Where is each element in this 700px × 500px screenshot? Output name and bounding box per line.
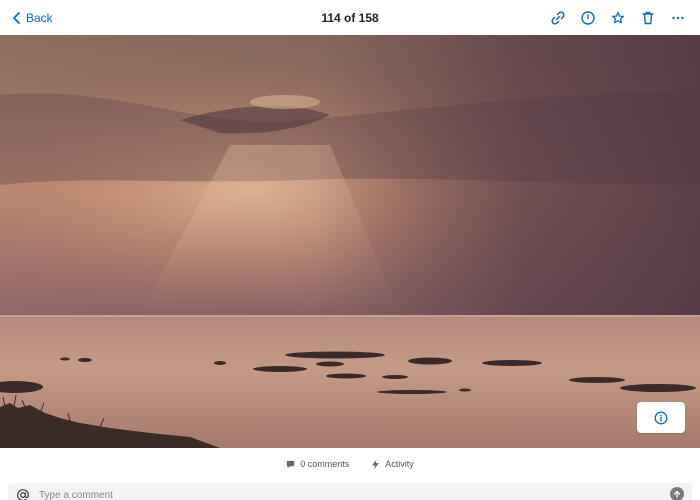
- comments-link[interactable]: 0 comments: [286, 459, 349, 469]
- photo-meta: 0 comments Activity: [0, 452, 700, 476]
- link-icon: [551, 10, 565, 25]
- more-icon: [672, 16, 684, 19]
- send-comment-button[interactable]: [670, 487, 684, 500]
- comment-bar: [8, 483, 692, 500]
- favorite-button[interactable]: [610, 10, 626, 26]
- toolbar-actions: [550, 0, 686, 35]
- history-button[interactable]: [580, 10, 596, 26]
- clock-icon: [581, 10, 595, 25]
- chevron-left-icon: [13, 11, 20, 24]
- trash-icon: [642, 11, 654, 24]
- comment-icon: [287, 460, 295, 468]
- comment-input[interactable]: [39, 489, 639, 500]
- activity-link[interactable]: Activity: [371, 459, 414, 469]
- photo-info-button[interactable]: [637, 402, 685, 433]
- sunset-photo: [0, 35, 700, 448]
- photo-viewer[interactable]: [0, 35, 700, 448]
- lightning-icon: [372, 459, 380, 469]
- activity-label: Activity: [385, 459, 414, 469]
- at-mention-icon[interactable]: [16, 488, 30, 500]
- delete-button[interactable]: [640, 10, 656, 26]
- link-button[interactable]: [550, 10, 566, 26]
- comments-label: 0 comments: [300, 459, 350, 469]
- star-icon: [611, 11, 625, 23]
- back-label: Back: [26, 10, 53, 25]
- info-icon: [654, 411, 668, 424]
- arrow-up-icon: [673, 490, 681, 498]
- top-bar: Back 114 of 158: [0, 0, 700, 35]
- more-button[interactable]: [670, 10, 686, 26]
- back-button[interactable]: Back: [12, 0, 53, 35]
